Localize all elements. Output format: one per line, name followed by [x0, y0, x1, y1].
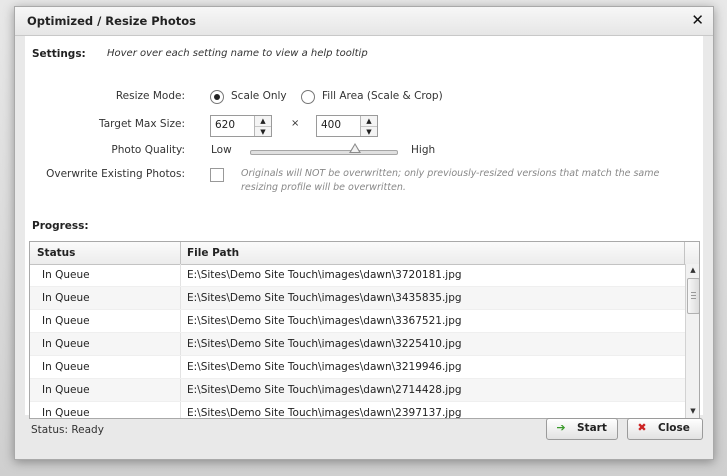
width-stepper[interactable]: 620 ▲ ▼: [210, 115, 272, 137]
close-button[interactable]: ✖ Close: [627, 418, 703, 440]
height-value[interactable]: 400: [321, 119, 341, 131]
file-path-cell: E:\Sites\Demo Site Touch\images\dawn\271…: [187, 384, 462, 396]
dialog-title: Optimized / Resize Photos: [27, 14, 197, 28]
table-row[interactable]: In Queue E:\Sites\Demo Site Touch\images\…: [30, 264, 685, 287]
height-spin-buttons[interactable]: ▲ ▼: [360, 116, 377, 136]
column-divider: [180, 310, 181, 332]
table-row[interactable]: In Queue E:\Sites\Demo Site Touch\images\…: [30, 287, 685, 310]
table-header: Status File Path: [30, 242, 699, 265]
chevron-up-icon[interactable]: ▲: [361, 116, 377, 127]
fill-area-label[interactable]: Fill Area (Scale & Crop): [322, 90, 443, 102]
column-divider: [180, 356, 181, 378]
resize-mode-label[interactable]: Resize Mode:: [25, 90, 185, 102]
table-scrollbar[interactable]: ▲ ▼: [685, 264, 699, 418]
scrollbar-thumb[interactable]: [687, 278, 699, 314]
scroll-up-icon[interactable]: ▲: [686, 264, 699, 277]
close-icon[interactable]: ✕: [691, 11, 704, 29]
status-cell: In Queue: [42, 315, 90, 327]
status-cell: In Queue: [42, 384, 90, 396]
table-row[interactable]: In Queue E:\Sites\Demo Site Touch\images\…: [30, 379, 685, 402]
file-path-cell: E:\Sites\Demo Site Touch\images\dawn\343…: [187, 292, 462, 304]
status-cell: In Queue: [42, 338, 90, 350]
column-divider: [180, 333, 181, 355]
dialog-titlebar: Optimized / Resize Photos ✕: [15, 7, 713, 36]
fill-area-radio[interactable]: [301, 90, 315, 104]
file-path-cell: E:\Sites\Demo Site Touch\images\dawn\322…: [187, 338, 462, 350]
overwrite-checkbox[interactable]: [210, 168, 224, 182]
quality-low-label: Low: [211, 144, 232, 156]
chevron-down-icon[interactable]: ▼: [361, 127, 377, 137]
table-row[interactable]: In Queue E:\Sites\Demo Site Touch\images\…: [30, 333, 685, 356]
quality-slider-track[interactable]: [250, 150, 398, 155]
start-button[interactable]: ➔ Start: [546, 418, 618, 440]
target-size-label[interactable]: Target Max Size:: [25, 118, 185, 130]
table-row[interactable]: In Queue E:\Sites\Demo Site Touch\images\…: [30, 310, 685, 333]
column-divider: [684, 242, 685, 264]
grip-line: [691, 298, 696, 299]
column-divider: [180, 379, 181, 401]
file-path-cell: E:\Sites\Demo Site Touch\images\dawn\321…: [187, 361, 462, 373]
column-header-file-path[interactable]: File Path: [187, 247, 239, 259]
resize-photos-dialog: Optimized / Resize Photos ✕ Settings: Ho…: [14, 6, 714, 460]
column-divider: [180, 402, 181, 418]
scale-only-radio[interactable]: [210, 90, 224, 104]
quality-slider-thumb[interactable]: [349, 143, 362, 153]
status-cell: In Queue: [42, 407, 90, 419]
height-stepper[interactable]: 400 ▲ ▼: [316, 115, 378, 137]
table-row[interactable]: In Queue E:\Sites\Demo Site Touch\images\…: [30, 356, 685, 379]
width-value[interactable]: 620: [215, 119, 235, 131]
width-spin-buttons[interactable]: ▲ ▼: [254, 116, 271, 136]
file-path-cell: E:\Sites\Demo Site Touch\images\dawn\336…: [187, 315, 462, 327]
status-cell: In Queue: [42, 269, 90, 281]
file-path-cell: E:\Sites\Demo Site Touch\images\dawn\372…: [187, 269, 462, 281]
arrow-right-icon: ➔: [556, 421, 566, 434]
dialog-body: Settings: Hover over each setting name t…: [25, 36, 703, 419]
progress-table: Status File Path In Queue E:\Sites\Demo S…: [29, 241, 700, 419]
progress-heading: Progress:: [32, 220, 89, 232]
settings-heading: Settings:: [32, 48, 86, 60]
status-text: Status: Ready: [31, 424, 104, 436]
close-button-label: Close: [658, 422, 690, 434]
column-divider: [180, 264, 181, 286]
grip-line: [691, 292, 696, 293]
photo-quality-label[interactable]: Photo Quality:: [25, 144, 185, 156]
scroll-down-icon[interactable]: ▼: [686, 405, 699, 418]
file-path-cell: E:\Sites\Demo Site Touch\images\dawn\239…: [187, 407, 462, 419]
chevron-down-icon[interactable]: ▼: [255, 127, 271, 137]
overwrite-note: Originals will NOT be overwritten; only …: [241, 168, 660, 193]
close-icon: ✖: [637, 421, 647, 434]
quality-high-label: High: [411, 144, 436, 156]
settings-hint: Hover over each setting name to view a h…: [107, 48, 368, 59]
table-row[interactable]: In Queue E:\Sites\Demo Site Touch\images\…: [30, 402, 685, 419]
status-cell: In Queue: [42, 292, 90, 304]
size-separator: ×: [291, 118, 300, 129]
overwrite-label[interactable]: Overwrite Existing Photos:: [25, 168, 185, 180]
start-button-label: Start: [577, 422, 607, 434]
column-divider: [180, 242, 181, 264]
column-header-status[interactable]: Status: [37, 247, 75, 259]
chevron-up-icon[interactable]: ▲: [255, 116, 271, 127]
scale-only-label[interactable]: Scale Only: [231, 90, 287, 102]
grip-line: [691, 295, 696, 296]
column-divider: [180, 287, 181, 309]
status-cell: In Queue: [42, 361, 90, 373]
table-body: In Queue E:\Sites\Demo Site Touch\images\…: [30, 264, 685, 419]
